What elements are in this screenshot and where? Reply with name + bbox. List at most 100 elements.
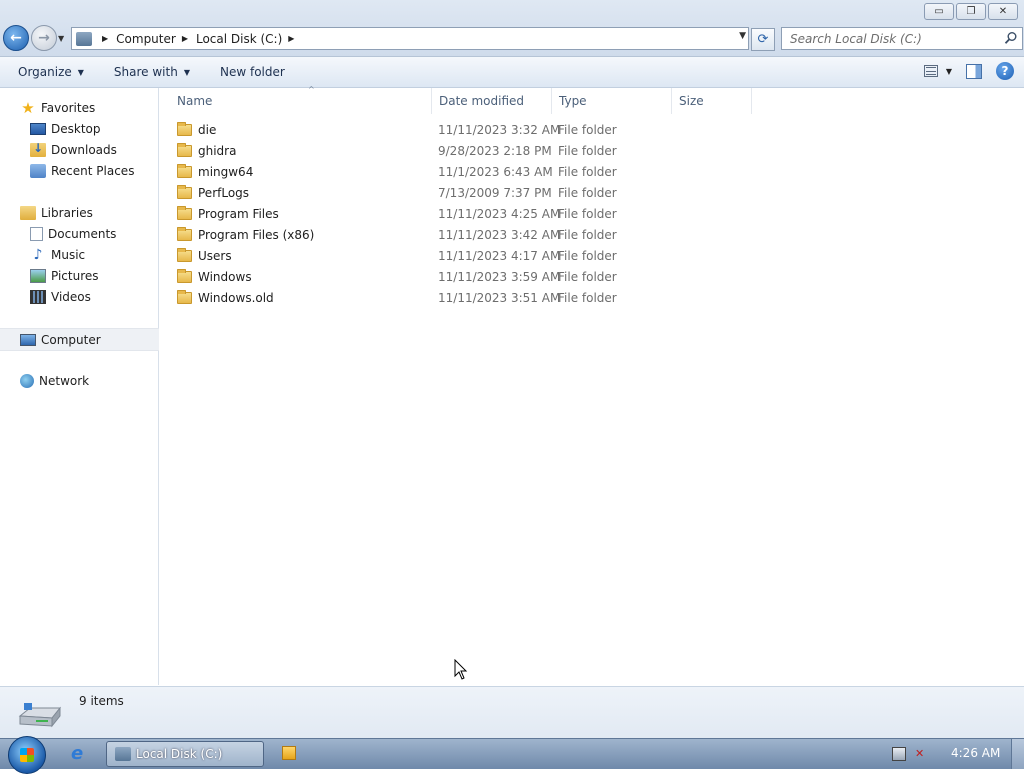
column-label: Name: [177, 94, 213, 108]
pictures-icon: [30, 268, 46, 283]
folder-icon: [177, 289, 192, 304]
column-header-date-modified[interactable]: Date modified: [432, 88, 552, 114]
file-row[interactable]: Users 11/11/2023 4:17 AM File folder: [159, 245, 1024, 266]
new-folder-label: New folder: [219, 65, 285, 79]
organize-button[interactable]: Organize ▼: [10, 65, 92, 79]
folder-icon: [177, 268, 192, 283]
file-row[interactable]: ghidra 9/28/2023 2:18 PM File folder: [159, 140, 1024, 161]
search-input[interactable]: [788, 30, 1002, 47]
minimize-button[interactable]: ▭: [924, 3, 954, 20]
computer-drive-icon: [115, 747, 131, 761]
forward-arrow-icon: →: [38, 30, 50, 46]
file-type: File folder: [558, 269, 617, 284]
column-header-name[interactable]: Name ^: [170, 85, 432, 114]
show-desktop-button[interactable]: [1011, 739, 1024, 769]
file-row[interactable]: Program Files 11/11/2023 4:25 AM File fo…: [159, 203, 1024, 224]
libraries-icon: [20, 205, 36, 220]
nav-libraries[interactable]: Libraries: [0, 202, 177, 223]
start-button[interactable]: [8, 736, 46, 774]
details-pane: 9 items: [0, 686, 1024, 739]
file-date: 11/11/2023 3:42 AM: [438, 227, 561, 242]
file-type: File folder: [558, 206, 617, 221]
mouse-cursor-icon: [454, 659, 468, 680]
breadcrumb-computer[interactable]: Computer: [116, 32, 176, 46]
sort-ascending-icon: ^: [308, 85, 315, 94]
file-name: Program Files: [198, 206, 279, 221]
clock[interactable]: 4:26 AM: [951, 746, 1000, 760]
recent-places-icon: [30, 163, 46, 178]
column-header-size[interactable]: Size: [672, 88, 752, 114]
column-headers: Name ^ Date modified Type Size: [159, 85, 1024, 114]
file-row[interactable]: die 11/11/2023 3:32 AM File folder: [159, 119, 1024, 140]
music-icon: ♪: [33, 246, 43, 263]
network-icon: [20, 373, 34, 388]
nav-favorites[interactable]: ★ Favorites: [0, 97, 177, 118]
address-bar[interactable]: ▶ Computer ▶ Local Disk (C:) ▶ ▼: [71, 27, 749, 50]
volume-muted-icon[interactable]: ✕: [915, 747, 931, 761]
file-row[interactable]: mingw64 11/1/2023 6:43 AM File folder: [159, 161, 1024, 182]
file-row[interactable]: Program Files (x86) 11/11/2023 3:42 AM F…: [159, 224, 1024, 245]
file-row[interactable]: Windows 11/11/2023 3:59 AM File folder: [159, 266, 1024, 287]
column-label: Date modified: [439, 94, 525, 108]
network-status-icon[interactable]: [892, 747, 906, 761]
nav-computer[interactable]: Computer: [0, 328, 177, 351]
file-date: 11/11/2023 4:25 AM: [438, 206, 561, 221]
change-view-icon[interactable]: [923, 65, 938, 77]
taskbar-window-label: Local Disk (C:): [136, 747, 223, 761]
search-icon[interactable]: [1004, 31, 1018, 45]
title-bar: ▭ ❐ ✕ ← → ▼ ▶ Computer ▶ Local Disk (C:)…: [0, 0, 1024, 57]
folder-icon: [177, 121, 192, 136]
file-date: 7/13/2009 7:37 PM: [438, 185, 552, 200]
star-icon: ★: [21, 98, 35, 117]
address-history-dropdown[interactable]: ▼: [739, 31, 746, 41]
folder-icon: [177, 226, 192, 241]
file-name: die: [198, 122, 217, 137]
back-button[interactable]: ←: [3, 25, 29, 51]
column-header-type[interactable]: Type: [552, 88, 672, 114]
nav-label: Downloads: [51, 142, 117, 157]
file-row[interactable]: PerfLogs 7/13/2009 7:37 PM File folder: [159, 182, 1024, 203]
nav-network[interactable]: Network: [0, 370, 177, 391]
help-icon[interactable]: ?: [996, 62, 1014, 80]
forward-button[interactable]: →: [31, 25, 57, 51]
recent-pages-dropdown[interactable]: ▼: [58, 34, 64, 43]
nav-label: Documents: [48, 226, 117, 241]
media-player-icon[interactable]: [282, 746, 296, 760]
file-type: File folder: [558, 290, 617, 305]
refresh-button[interactable]: ⟳: [751, 28, 775, 51]
nav-label: Computer: [41, 332, 101, 347]
nav-label: Favorites: [41, 100, 96, 115]
computer-icon: [20, 333, 36, 346]
window-controls: ▭ ❐ ✕: [924, 3, 1018, 20]
file-name: Windows: [198, 269, 252, 284]
item-count: 9 items: [79, 694, 124, 708]
preview-pane-icon[interactable]: [966, 63, 982, 79]
folder-icon: [177, 247, 192, 262]
nav-label: Videos: [51, 289, 91, 304]
column-label: Type: [559, 94, 587, 108]
nav-label: Music: [51, 247, 86, 262]
internet-explorer-icon[interactable]: e: [71, 745, 91, 763]
documents-icon: [30, 226, 43, 241]
close-button[interactable]: ✕: [988, 3, 1018, 20]
breadcrumb-separator-icon[interactable]: ▶: [102, 34, 108, 43]
taskbar-explorer-window[interactable]: Local Disk (C:): [106, 741, 264, 767]
file-row[interactable]: Windows.old 11/11/2023 3:51 AM File fold…: [159, 287, 1024, 308]
breadcrumb-local-disk[interactable]: Local Disk (C:): [196, 32, 282, 46]
file-date: 11/11/2023 3:32 AM: [438, 122, 561, 137]
computer-drive-icon: [76, 31, 92, 46]
view-options-dropdown[interactable]: ▼: [946, 67, 952, 76]
breadcrumb-separator-icon[interactable]: ▶: [182, 34, 188, 43]
share-with-button[interactable]: Share with ▼: [106, 65, 198, 79]
file-date: 11/11/2023 4:17 AM: [438, 248, 561, 263]
file-name: PerfLogs: [198, 185, 250, 200]
restore-button[interactable]: ❐: [956, 3, 986, 20]
file-name: Users: [198, 248, 232, 263]
desktop-icon: [30, 122, 46, 135]
search-box[interactable]: [781, 27, 1023, 50]
nav-label: Libraries: [41, 205, 93, 220]
file-type: File folder: [558, 143, 617, 158]
breadcrumb-separator-icon[interactable]: ▶: [288, 34, 294, 43]
new-folder-button[interactable]: New folder: [212, 65, 293, 79]
chevron-down-icon: ▼: [183, 67, 190, 77]
